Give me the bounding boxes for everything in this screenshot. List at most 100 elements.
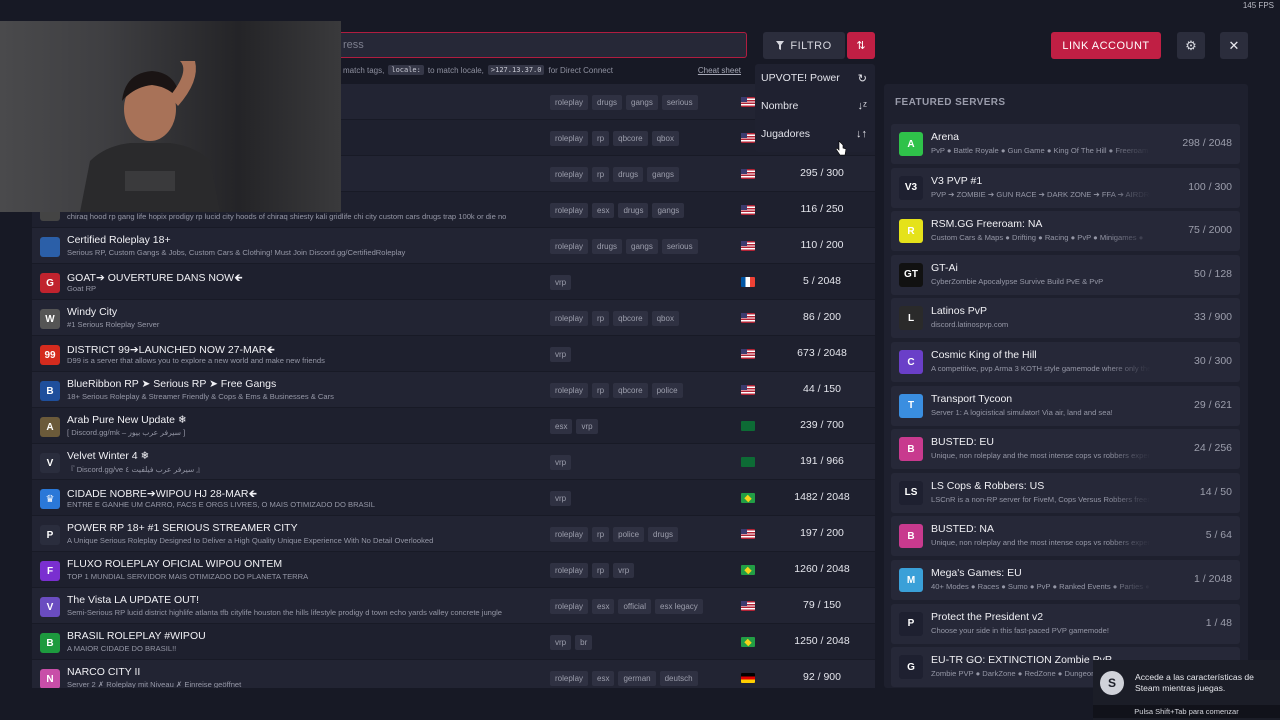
server-tag[interactable]: roleplay bbox=[550, 311, 589, 326]
cheat-sheet-link[interactable]: Cheat sheet bbox=[698, 66, 741, 75]
filter-icon bbox=[776, 41, 785, 50]
server-tag[interactable]: vrp bbox=[550, 455, 572, 470]
server-tag[interactable]: qbcore bbox=[613, 383, 648, 398]
featured-server-card[interactable]: B BUSTED: EU Unique, non roleplay and th… bbox=[891, 429, 1240, 470]
filter-button[interactable]: FILTRO bbox=[763, 32, 845, 59]
server-tag[interactable]: gangs bbox=[626, 95, 658, 110]
server-tag[interactable]: roleplay bbox=[550, 203, 589, 218]
server-tag[interactable]: esx bbox=[592, 671, 615, 686]
server-description: ENTRE E GANHE UM CARRO, FACS E ORGS LIVR… bbox=[67, 500, 376, 509]
server-tag[interactable]: qbcore bbox=[613, 131, 648, 146]
server-row[interactable]: N NARCO CITY II Server 2 ✗ Roleplay mit … bbox=[32, 660, 875, 688]
server-tag[interactable]: gangs bbox=[626, 239, 658, 254]
link-account-button[interactable]: LINK ACCOUNT bbox=[1051, 32, 1161, 59]
steam-overlay-toast[interactable]: S Accede a las características de Steam … bbox=[1093, 660, 1280, 720]
server-tag[interactable]: roleplay bbox=[550, 131, 589, 146]
sort-option-upvote[interactable]: UPVOTE! Power ↻ bbox=[755, 64, 875, 92]
featured-player-count: 29 / 621 bbox=[1194, 398, 1232, 411]
server-tag[interactable]: rp bbox=[592, 563, 610, 578]
sort-option-players[interactable]: Jugadores ↓↑ bbox=[755, 120, 875, 148]
server-tags: roleplay rp qbcore qbox bbox=[550, 311, 679, 326]
server-tag[interactable]: vrp bbox=[550, 635, 572, 650]
server-row[interactable]: G GOAT➔ OUVERTURE DANS NOW🡸 Goat RP vrp … bbox=[32, 264, 875, 300]
server-tag[interactable]: rp bbox=[592, 131, 610, 146]
featured-server-card[interactable]: P Protect the President v2 Choose your s… bbox=[891, 603, 1240, 644]
featured-server-card[interactable]: L Latinos PvP discord.latinospvp.com 33 … bbox=[891, 298, 1240, 339]
server-tag[interactable]: serious bbox=[661, 239, 698, 254]
server-tag[interactable]: serious bbox=[661, 95, 698, 110]
server-tag[interactable]: rp bbox=[592, 383, 610, 398]
gear-icon: ⚙ bbox=[1185, 37, 1197, 53]
server-tag[interactable]: vrp bbox=[576, 419, 598, 434]
server-tags: vrp bbox=[550, 347, 572, 362]
server-tag[interactable]: rp bbox=[592, 311, 610, 326]
server-tag[interactable]: esx legacy bbox=[655, 599, 703, 614]
server-tag[interactable]: roleplay bbox=[550, 671, 589, 686]
server-tag[interactable]: esx bbox=[592, 203, 615, 218]
server-player-count: 1250 / 2048 bbox=[794, 635, 850, 647]
server-row[interactable]: 99 DISTRICT 99➔LAUNCHED NOW 27-MAR🡸 D99 … bbox=[32, 336, 875, 372]
sort-option-name[interactable]: Nombre ↓ᶻ bbox=[755, 92, 875, 120]
sort-icon: ⇅ bbox=[856, 40, 866, 52]
server-tag[interactable]: roleplay bbox=[550, 95, 589, 110]
server-tag[interactable]: drugs bbox=[592, 239, 623, 254]
server-tag[interactable]: german bbox=[618, 671, 656, 686]
settings-button[interactable]: ⚙ bbox=[1177, 32, 1205, 59]
server-tag[interactable]: rp bbox=[592, 527, 610, 542]
server-tag[interactable]: vrp bbox=[550, 491, 572, 506]
server-row[interactable]: Certified Roleplay 18+ Serious RP, Custo… bbox=[32, 228, 875, 264]
server-name: Certified Roleplay 18+ bbox=[67, 234, 171, 246]
search-input[interactable] bbox=[341, 33, 746, 57]
server-row[interactable]: B BlueRibbon RP ➤ Serious RP ➤ Free Gang… bbox=[32, 372, 875, 408]
server-tag[interactable]: roleplay bbox=[550, 563, 589, 578]
server-tag[interactable]: official bbox=[618, 599, 651, 614]
server-row[interactable]: V Velvet Winter 4 ❄ 『 Discord.gg/ve سيرف… bbox=[32, 444, 875, 480]
featured-server-card[interactable]: A Arena PvP ● Battle Royale ● Gun Game ●… bbox=[891, 124, 1240, 164]
close-button[interactable]: ✕ bbox=[1220, 32, 1248, 59]
server-tag[interactable]: qbox bbox=[651, 311, 679, 326]
featured-server-card[interactable]: V3 V3 PVP #1 PVP ➔ ZOMBIE ➔ GUN RACE ➔ D… bbox=[891, 167, 1240, 208]
server-row[interactable]: P POWER RP 18+ #1 SERIOUS STREAMER CITY … bbox=[32, 516, 875, 552]
featured-server-card[interactable]: T Transport Tycoon Server 1: A logicisti… bbox=[891, 385, 1240, 426]
server-row[interactable]: B BRASIL ROLEPLAY #WIPOU A MAIOR CIDADE … bbox=[32, 624, 875, 660]
featured-server-card[interactable]: B BUSTED: NA Unique, non roleplay and th… bbox=[891, 516, 1240, 557]
server-tag[interactable]: roleplay bbox=[550, 239, 589, 254]
server-tag[interactable]: esx bbox=[592, 599, 615, 614]
sort-button[interactable]: ⇅ bbox=[847, 32, 875, 59]
server-row[interactable]: A Arab Pure New Update ❄ [ Discord.gg/mk… bbox=[32, 408, 875, 444]
server-tag[interactable]: roleplay bbox=[550, 167, 589, 182]
server-tag[interactable]: drugs bbox=[648, 527, 679, 542]
server-tag[interactable]: vrp bbox=[550, 275, 572, 290]
server-tag[interactable]: police bbox=[613, 527, 645, 542]
server-row[interactable]: ♛ CIDADE NOBRE➔WIPOU HJ 28-MAR🡸 ENTRE E … bbox=[32, 480, 875, 516]
server-tag[interactable]: rp bbox=[592, 167, 610, 182]
server-tag[interactable]: vrp bbox=[613, 563, 635, 578]
server-tag[interactable]: esx bbox=[550, 419, 573, 434]
server-tag[interactable]: gangs bbox=[647, 167, 679, 182]
server-row[interactable]: V The Vista LA UPDATE OUT! Semi-Serious … bbox=[32, 588, 875, 624]
featured-server-card[interactable]: LS LS Cops & Robbers: US LSCnR is a non-… bbox=[891, 472, 1240, 513]
server-row[interactable]: F FLUXO ROLEPLAY OFICIAL WIPOU ONTEM TOP… bbox=[32, 552, 875, 588]
server-row[interactable]: W Windy City #1 Serious Roleplay Server … bbox=[32, 300, 875, 336]
server-tag[interactable]: qbox bbox=[651, 131, 679, 146]
featured-server-card[interactable]: C Cosmic King of the Hill A competitive,… bbox=[891, 342, 1240, 382]
featured-server-card[interactable]: M Mega's Games: EU 40+ Modes ● Races ● S… bbox=[891, 560, 1240, 600]
server-tag[interactable]: drugs bbox=[592, 95, 623, 110]
server-tag[interactable]: vrp bbox=[550, 347, 572, 362]
server-tag[interactable]: deutsch bbox=[659, 671, 698, 686]
server-tag[interactable]: drugs bbox=[613, 167, 644, 182]
server-tag[interactable]: br bbox=[575, 635, 593, 650]
server-tag[interactable]: roleplay bbox=[550, 383, 589, 398]
server-tag[interactable]: police bbox=[651, 383, 683, 398]
server-tags: roleplay drugs gangs serious bbox=[550, 95, 698, 110]
featured-server-card[interactable]: R RSM.GG Freeroam: NA Custom Cars & Maps… bbox=[891, 211, 1240, 252]
server-tag[interactable]: gangs bbox=[652, 203, 685, 218]
server-tag[interactable]: roleplay bbox=[550, 599, 589, 614]
server-tag[interactable]: drugs bbox=[618, 203, 649, 218]
featured-name: Latinos PvP bbox=[931, 305, 988, 318]
featured-server-card[interactable]: GT GT-Ai CyberZombie Apocalypse Survive … bbox=[891, 254, 1240, 295]
server-logo-icon: 99 bbox=[40, 345, 60, 365]
server-tag[interactable]: qbcore bbox=[613, 311, 648, 326]
search-bar[interactable] bbox=[341, 32, 747, 58]
server-tag[interactable]: roleplay bbox=[550, 527, 589, 542]
